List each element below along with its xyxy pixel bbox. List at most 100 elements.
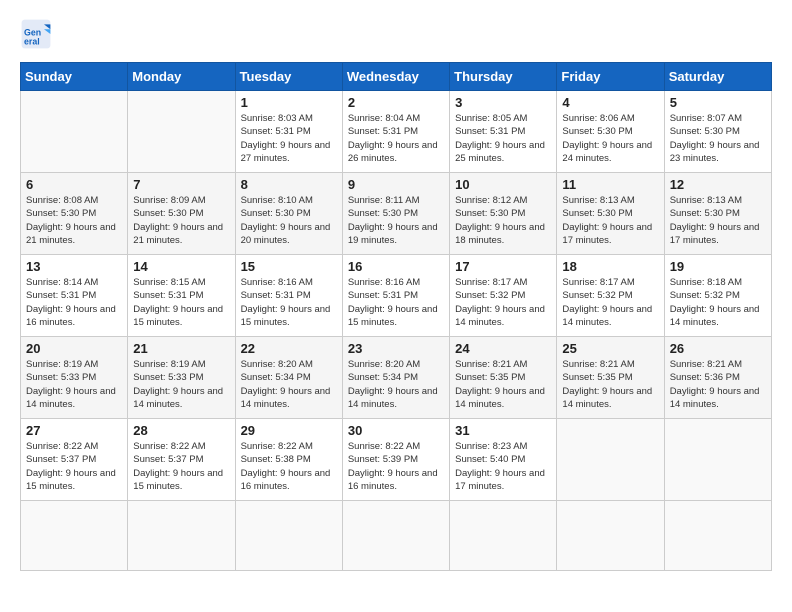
calendar-cell: 5 Sunrise: 8:07 AM Sunset: 5:30 PM Dayli… bbox=[664, 91, 771, 173]
day-number: 7 bbox=[133, 177, 229, 192]
calendar-cell: 12 Sunrise: 8:13 AM Sunset: 5:30 PM Dayl… bbox=[664, 173, 771, 255]
day-info: Sunrise: 8:04 AM Sunset: 5:31 PM Dayligh… bbox=[348, 112, 444, 165]
day-number: 17 bbox=[455, 259, 551, 274]
weekday-header-monday: Monday bbox=[128, 63, 235, 91]
logo: Gen eral bbox=[20, 18, 56, 50]
day-info: Sunrise: 8:05 AM Sunset: 5:31 PM Dayligh… bbox=[455, 112, 551, 165]
day-number: 25 bbox=[562, 341, 658, 356]
day-info: Sunrise: 8:18 AM Sunset: 5:32 PM Dayligh… bbox=[670, 276, 766, 329]
day-number: 8 bbox=[241, 177, 337, 192]
day-info: Sunrise: 8:16 AM Sunset: 5:31 PM Dayligh… bbox=[241, 276, 337, 329]
page: Gen eral SundayMondayTuesdayWednesdayThu… bbox=[0, 0, 792, 581]
calendar-cell: 22 Sunrise: 8:20 AM Sunset: 5:34 PM Dayl… bbox=[235, 337, 342, 419]
calendar-cell: 15 Sunrise: 8:16 AM Sunset: 5:31 PM Dayl… bbox=[235, 255, 342, 337]
day-info: Sunrise: 8:23 AM Sunset: 5:40 PM Dayligh… bbox=[455, 440, 551, 493]
day-info: Sunrise: 8:21 AM Sunset: 5:35 PM Dayligh… bbox=[455, 358, 551, 411]
day-number: 5 bbox=[670, 95, 766, 110]
day-info: Sunrise: 8:17 AM Sunset: 5:32 PM Dayligh… bbox=[562, 276, 658, 329]
calendar-cell: 20 Sunrise: 8:19 AM Sunset: 5:33 PM Dayl… bbox=[21, 337, 128, 419]
day-number: 20 bbox=[26, 341, 122, 356]
calendar-cell: 8 Sunrise: 8:10 AM Sunset: 5:30 PM Dayli… bbox=[235, 173, 342, 255]
weekday-header-wednesday: Wednesday bbox=[342, 63, 449, 91]
day-info: Sunrise: 8:19 AM Sunset: 5:33 PM Dayligh… bbox=[26, 358, 122, 411]
day-number: 16 bbox=[348, 259, 444, 274]
calendar-cell: 1 Sunrise: 8:03 AM Sunset: 5:31 PM Dayli… bbox=[235, 91, 342, 173]
calendar-cell: 28 Sunrise: 8:22 AM Sunset: 5:37 PM Dayl… bbox=[128, 419, 235, 501]
day-number: 13 bbox=[26, 259, 122, 274]
calendar-cell: 21 Sunrise: 8:19 AM Sunset: 5:33 PM Dayl… bbox=[128, 337, 235, 419]
calendar-cell: 27 Sunrise: 8:22 AM Sunset: 5:37 PM Dayl… bbox=[21, 419, 128, 501]
day-number: 31 bbox=[455, 423, 551, 438]
day-number: 22 bbox=[241, 341, 337, 356]
calendar-row: 1 Sunrise: 8:03 AM Sunset: 5:31 PM Dayli… bbox=[21, 91, 772, 173]
day-number: 11 bbox=[562, 177, 658, 192]
day-number: 3 bbox=[455, 95, 551, 110]
calendar-cell: 23 Sunrise: 8:20 AM Sunset: 5:34 PM Dayl… bbox=[342, 337, 449, 419]
day-number: 24 bbox=[455, 341, 551, 356]
day-info: Sunrise: 8:19 AM Sunset: 5:33 PM Dayligh… bbox=[133, 358, 229, 411]
calendar-cell: 10 Sunrise: 8:12 AM Sunset: 5:30 PM Dayl… bbox=[450, 173, 557, 255]
calendar-cell: 30 Sunrise: 8:22 AM Sunset: 5:39 PM Dayl… bbox=[342, 419, 449, 501]
day-number: 19 bbox=[670, 259, 766, 274]
day-number: 9 bbox=[348, 177, 444, 192]
day-number: 12 bbox=[670, 177, 766, 192]
calendar-cell bbox=[664, 419, 771, 501]
calendar-cell bbox=[664, 501, 771, 571]
calendar-cell bbox=[557, 501, 664, 571]
day-info: Sunrise: 8:07 AM Sunset: 5:30 PM Dayligh… bbox=[670, 112, 766, 165]
day-info: Sunrise: 8:12 AM Sunset: 5:30 PM Dayligh… bbox=[455, 194, 551, 247]
calendar-cell: 26 Sunrise: 8:21 AM Sunset: 5:36 PM Dayl… bbox=[664, 337, 771, 419]
calendar-cell: 13 Sunrise: 8:14 AM Sunset: 5:31 PM Dayl… bbox=[21, 255, 128, 337]
day-info: Sunrise: 8:16 AM Sunset: 5:31 PM Dayligh… bbox=[348, 276, 444, 329]
calendar-cell: 3 Sunrise: 8:05 AM Sunset: 5:31 PM Dayli… bbox=[450, 91, 557, 173]
day-info: Sunrise: 8:22 AM Sunset: 5:39 PM Dayligh… bbox=[348, 440, 444, 493]
day-info: Sunrise: 8:20 AM Sunset: 5:34 PM Dayligh… bbox=[241, 358, 337, 411]
day-number: 21 bbox=[133, 341, 229, 356]
day-number: 30 bbox=[348, 423, 444, 438]
day-number: 15 bbox=[241, 259, 337, 274]
day-info: Sunrise: 8:22 AM Sunset: 5:37 PM Dayligh… bbox=[133, 440, 229, 493]
calendar-cell: 4 Sunrise: 8:06 AM Sunset: 5:30 PM Dayli… bbox=[557, 91, 664, 173]
logo-icon: Gen eral bbox=[20, 18, 52, 50]
day-info: Sunrise: 8:13 AM Sunset: 5:30 PM Dayligh… bbox=[562, 194, 658, 247]
calendar-cell: 16 Sunrise: 8:16 AM Sunset: 5:31 PM Dayl… bbox=[342, 255, 449, 337]
day-number: 28 bbox=[133, 423, 229, 438]
day-info: Sunrise: 8:21 AM Sunset: 5:36 PM Dayligh… bbox=[670, 358, 766, 411]
calendar-table: SundayMondayTuesdayWednesdayThursdayFrid… bbox=[20, 62, 772, 571]
day-info: Sunrise: 8:21 AM Sunset: 5:35 PM Dayligh… bbox=[562, 358, 658, 411]
day-info: Sunrise: 8:13 AM Sunset: 5:30 PM Dayligh… bbox=[670, 194, 766, 247]
day-number: 6 bbox=[26, 177, 122, 192]
calendar-cell: 7 Sunrise: 8:09 AM Sunset: 5:30 PM Dayli… bbox=[128, 173, 235, 255]
calendar-cell: 14 Sunrise: 8:15 AM Sunset: 5:31 PM Dayl… bbox=[128, 255, 235, 337]
calendar-cell: 2 Sunrise: 8:04 AM Sunset: 5:31 PM Dayli… bbox=[342, 91, 449, 173]
day-info: Sunrise: 8:20 AM Sunset: 5:34 PM Dayligh… bbox=[348, 358, 444, 411]
day-info: Sunrise: 8:22 AM Sunset: 5:38 PM Dayligh… bbox=[241, 440, 337, 493]
calendar-cell bbox=[450, 501, 557, 571]
calendar-cell: 25 Sunrise: 8:21 AM Sunset: 5:35 PM Dayl… bbox=[557, 337, 664, 419]
day-number: 26 bbox=[670, 341, 766, 356]
calendar-cell: 6 Sunrise: 8:08 AM Sunset: 5:30 PM Dayli… bbox=[21, 173, 128, 255]
header: Gen eral bbox=[20, 18, 772, 50]
calendar-row: 27 Sunrise: 8:22 AM Sunset: 5:37 PM Dayl… bbox=[21, 419, 772, 501]
day-info: Sunrise: 8:11 AM Sunset: 5:30 PM Dayligh… bbox=[348, 194, 444, 247]
day-info: Sunrise: 8:15 AM Sunset: 5:31 PM Dayligh… bbox=[133, 276, 229, 329]
day-info: Sunrise: 8:14 AM Sunset: 5:31 PM Dayligh… bbox=[26, 276, 122, 329]
day-number: 10 bbox=[455, 177, 551, 192]
day-number: 14 bbox=[133, 259, 229, 274]
calendar-row bbox=[21, 501, 772, 571]
calendar-cell: 29 Sunrise: 8:22 AM Sunset: 5:38 PM Dayl… bbox=[235, 419, 342, 501]
calendar-cell: 19 Sunrise: 8:18 AM Sunset: 5:32 PM Dayl… bbox=[664, 255, 771, 337]
day-number: 23 bbox=[348, 341, 444, 356]
calendar-cell bbox=[21, 91, 128, 173]
calendar-row: 13 Sunrise: 8:14 AM Sunset: 5:31 PM Dayl… bbox=[21, 255, 772, 337]
calendar-cell bbox=[235, 501, 342, 571]
calendar-cell: 11 Sunrise: 8:13 AM Sunset: 5:30 PM Dayl… bbox=[557, 173, 664, 255]
calendar-cell bbox=[128, 501, 235, 571]
day-number: 4 bbox=[562, 95, 658, 110]
calendar-cell: 24 Sunrise: 8:21 AM Sunset: 5:35 PM Dayl… bbox=[450, 337, 557, 419]
weekday-header-saturday: Saturday bbox=[664, 63, 771, 91]
day-info: Sunrise: 8:10 AM Sunset: 5:30 PM Dayligh… bbox=[241, 194, 337, 247]
calendar-cell bbox=[342, 501, 449, 571]
calendar-cell: 17 Sunrise: 8:17 AM Sunset: 5:32 PM Dayl… bbox=[450, 255, 557, 337]
day-number: 18 bbox=[562, 259, 658, 274]
